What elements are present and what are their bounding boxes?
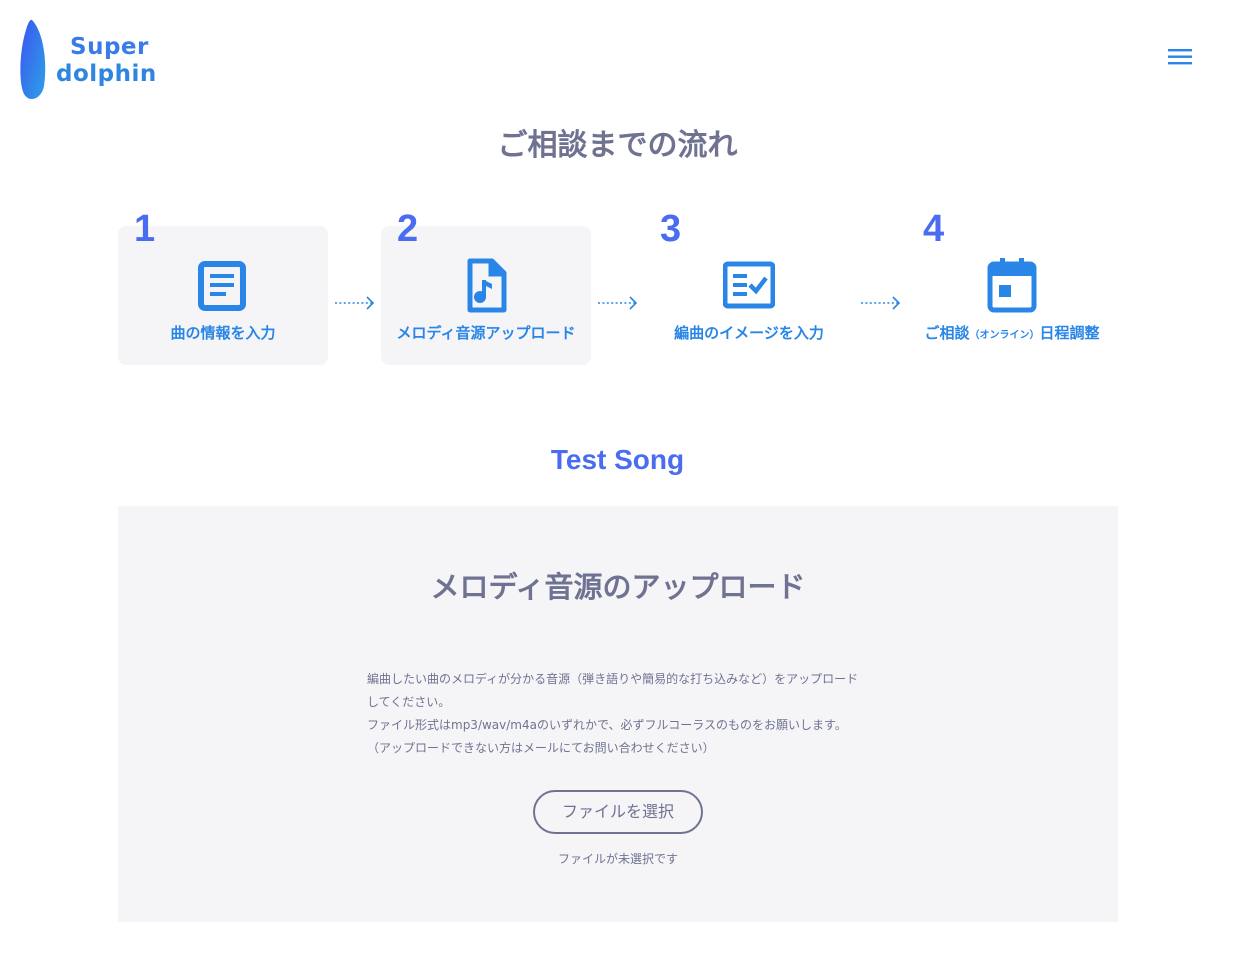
logo-text: Super dolphin xyxy=(56,34,157,88)
step-1: 1 曲の情報を入力 xyxy=(118,208,328,365)
step-label-main: ご相談 xyxy=(924,324,970,342)
step-label: ご相談（オンライン）日程調整 xyxy=(907,322,1117,343)
checklist-icon xyxy=(723,261,775,309)
step-number: 1 xyxy=(134,208,156,250)
step-label: メロディ音源アップロード xyxy=(396,324,576,342)
song-title: Test Song xyxy=(550,444,685,475)
music-file-icon xyxy=(467,258,507,313)
step-label-small: （オンライン） xyxy=(969,330,1040,341)
step-label-end: 日程調整 xyxy=(1039,324,1100,342)
upload-panel: メロディ音源のアップロード 編曲したい曲のメロディが分かる音源（弾き語りや簡易的… xyxy=(118,506,1118,922)
file-status-text: ファイルが未選択です xyxy=(557,852,678,866)
logo[interactable]: Super dolphin xyxy=(18,18,168,104)
arrow-right-icon xyxy=(335,296,375,310)
step-3: 3 編曲のイメージを入力 xyxy=(644,208,854,365)
step-number: 2 xyxy=(397,208,419,250)
upload-description: 編曲したい曲のメロディが分かる音源（弾き語りや簡易的な打ち込みなど）をアップロー… xyxy=(367,668,887,760)
arrow-right-icon xyxy=(861,296,901,310)
logo-line-2: dolphin xyxy=(56,61,157,87)
step-2: 2 メロディ音源アップロード xyxy=(381,208,591,365)
hamburger-menu-icon[interactable] xyxy=(1166,46,1194,68)
document-list-icon xyxy=(198,261,246,311)
description-line: ファイル形式はmp3/wav/m4aのいずれかで、必ずフルコーラスのものをお願い… xyxy=(367,718,847,732)
description-line: 編曲したい曲のメロディが分かる音源（弾き語りや簡易的な打ち込みなど）をアップロー… xyxy=(367,672,859,686)
step-label: 曲の情報を入力 xyxy=(170,324,276,342)
calendar-icon xyxy=(987,258,1037,313)
description-line: してください。 xyxy=(367,695,451,709)
step-number: 4 xyxy=(923,208,945,250)
arrow-right-icon xyxy=(598,296,638,310)
flow-title: ご相談までの流れ xyxy=(497,128,738,163)
description-line: （アップロードできない方はメールにてお問い合わせください） xyxy=(367,741,715,755)
choose-file-button[interactable]: ファイルを選択 xyxy=(533,790,703,834)
upload-title: メロディ音源のアップロード xyxy=(430,570,806,604)
step-4: 4 ご相談（オンライン）日程調整 xyxy=(907,208,1117,365)
dolphin-logo-icon xyxy=(20,19,46,100)
step-number: 3 xyxy=(660,208,682,250)
logo-line-1: Super xyxy=(70,34,149,60)
step-label: 編曲のイメージを入力 xyxy=(674,324,824,342)
